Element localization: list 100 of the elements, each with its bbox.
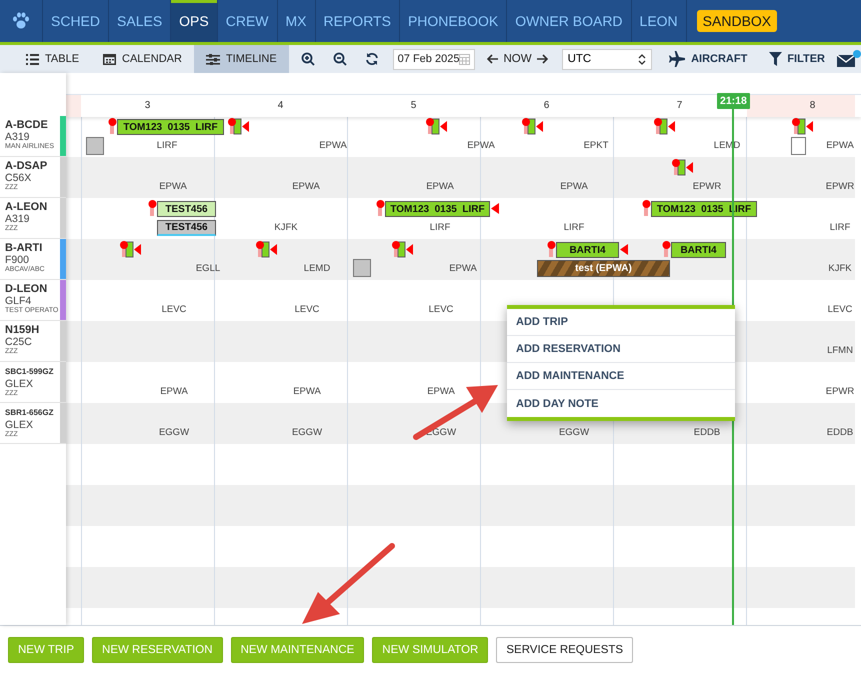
day-shading — [66, 95, 81, 117]
trip-bar[interactable]: TOM123 0135 LIRF — [385, 201, 490, 217]
airport-code: LIRF — [828, 222, 852, 233]
airport-code: EPWR — [824, 386, 856, 397]
airport-code: EPWA — [466, 140, 496, 151]
nav-tab[interactable]: MX — [278, 0, 316, 42]
airport-code: EGLL — [194, 263, 222, 274]
now-button[interactable]: NOW — [481, 52, 554, 66]
day-label: 8 — [808, 100, 816, 111]
aircraft-type: F900 — [5, 254, 29, 266]
flight-marker-icon[interactable] — [424, 117, 448, 135]
aircraft-registration: SBR1-656GZ — [5, 407, 54, 419]
airport-code: EPWA — [318, 140, 348, 151]
sort-arrows-icon — [638, 54, 646, 64]
airport-code: LFMN — [826, 345, 854, 356]
nav-tab[interactable]: PHONEBOOK — [400, 0, 508, 42]
airport-code: EPWR — [824, 181, 856, 192]
pin-icon[interactable] — [376, 199, 385, 217]
flight-marker-icon[interactable] — [118, 240, 142, 258]
nav-tab[interactable]: REPORTS — [316, 0, 400, 42]
nav-tab[interactable]: SCHED — [43, 0, 110, 42]
aircraft-registration: A-LEON — [5, 201, 48, 213]
zoom-out-icon[interactable] — [332, 52, 347, 66]
aircraft-registration: B-ARTI — [5, 242, 44, 254]
day-label: 4 — [276, 100, 284, 111]
airport-code: LEVC — [160, 304, 188, 315]
aircraft-registration: A-BCDE — [5, 119, 49, 131]
zoom-in-icon[interactable] — [300, 52, 315, 66]
aircraft-type: A319 — [5, 213, 31, 225]
refresh-icon[interactable] — [364, 52, 379, 66]
day-label: 7 — [676, 100, 684, 111]
airport-code: EDDB — [826, 427, 854, 438]
timezone-select[interactable]: UTC — [562, 48, 652, 70]
pin-icon[interactable] — [108, 117, 117, 135]
flight-marker-icon[interactable] — [520, 117, 544, 135]
airport-code: LEVC — [826, 304, 854, 315]
aircraft-type: GLEX — [5, 378, 34, 390]
mail-icon[interactable] — [837, 50, 861, 68]
trip-bar[interactable]: TOM123 0135 LIRF — [651, 201, 757, 217]
airport-code: EGGW — [158, 427, 190, 438]
airport-code: EDDB — [692, 427, 722, 438]
flight-marker-icon[interactable] — [390, 240, 414, 258]
view-tab[interactable]: CALENDAR — [91, 45, 194, 73]
trip-bar[interactable]: TOM123 0135 LIRF — [117, 119, 224, 135]
airport-code: LEVC — [428, 304, 454, 315]
airport-code: EGGW — [558, 427, 590, 438]
pin-icon[interactable] — [642, 199, 651, 217]
airport-code: EPWA — [425, 181, 455, 192]
aircraft-registration: SBC1-599GZ — [5, 366, 54, 378]
airport-code: EPWA — [158, 181, 188, 192]
trip-bar[interactable]: TEST456 — [157, 201, 216, 217]
pin-icon[interactable] — [148, 199, 157, 217]
airport-code: LEMD — [302, 263, 332, 274]
flight-marker-icon[interactable] — [226, 117, 250, 135]
nav-tab[interactable]: CREW — [218, 0, 278, 42]
menu-item[interactable]: ADD DAY NOTE — [507, 390, 735, 417]
aircraft-registration: N159H — [5, 324, 40, 336]
flight-marker-icon[interactable] — [254, 240, 278, 258]
airport-code: EPKT — [582, 140, 610, 151]
view-tab[interactable]: TIMELINE — [194, 45, 289, 73]
aircraft-button[interactable]: AIRCRAFT — [662, 50, 754, 68]
flight-marker-icon[interactable] — [652, 117, 676, 135]
airport-code: LIRF — [428, 222, 452, 233]
aircraft-type: C56X — [5, 172, 32, 184]
trip-bar[interactable]: test (EPWA) — [537, 260, 670, 277]
trip-bar[interactable]: TEST456 — [157, 220, 216, 236]
flight-marker-icon[interactable] — [790, 117, 814, 135]
arrow-left-icon — [487, 54, 500, 64]
airport-code: LEVC — [294, 304, 320, 315]
trip-bar[interactable]: BARTI4 — [556, 242, 619, 258]
menu-item[interactable]: ADD MAINTENANCE — [507, 363, 735, 390]
airport-code: EPWA — [159, 386, 189, 397]
aircraft-type: C25C — [5, 336, 33, 348]
nav-tab[interactable]: OWNER BOARD — [507, 0, 632, 42]
aircraft-registration: A-DSAP — [5, 160, 48, 172]
footer-button[interactable]: SERVICE REQUESTS — [496, 636, 634, 662]
filter-icon — [769, 52, 782, 66]
aircraft-type: GLF4 — [5, 295, 32, 307]
aircraft-registration: D-LEON — [5, 283, 48, 295]
status-square-icon — [86, 137, 104, 155]
menu-item[interactable]: ADD RESERVATION — [507, 336, 735, 363]
flight-marker-icon[interactable] — [670, 158, 694, 176]
nav-tab[interactable]: LEON — [632, 0, 687, 42]
airport-code: EPWA — [559, 181, 589, 192]
date-field[interactable]: 07 Feb 2025 — [392, 48, 476, 70]
sandbox-badge: SANDBOX — [696, 10, 778, 32]
airport-code: LIRF — [156, 140, 178, 151]
trip-bar[interactable]: BARTI4 — [671, 242, 726, 258]
empty-square-icon — [791, 137, 806, 155]
aircraft-type: GLEX — [5, 419, 34, 431]
pin-icon[interactable] — [662, 240, 671, 258]
airport-code: EPWA — [291, 181, 321, 192]
view-tab[interactable]: TABLE — [14, 45, 92, 73]
pin-icon[interactable] — [547, 240, 556, 258]
calendar-icon — [103, 53, 116, 65]
status-square-icon — [353, 259, 371, 277]
filter-button[interactable]: FILTER — [763, 51, 831, 67]
list-icon — [26, 54, 39, 64]
menu-item[interactable]: ADD TRIP — [507, 309, 735, 336]
nav-tab[interactable]: OPS — [171, 0, 218, 42]
